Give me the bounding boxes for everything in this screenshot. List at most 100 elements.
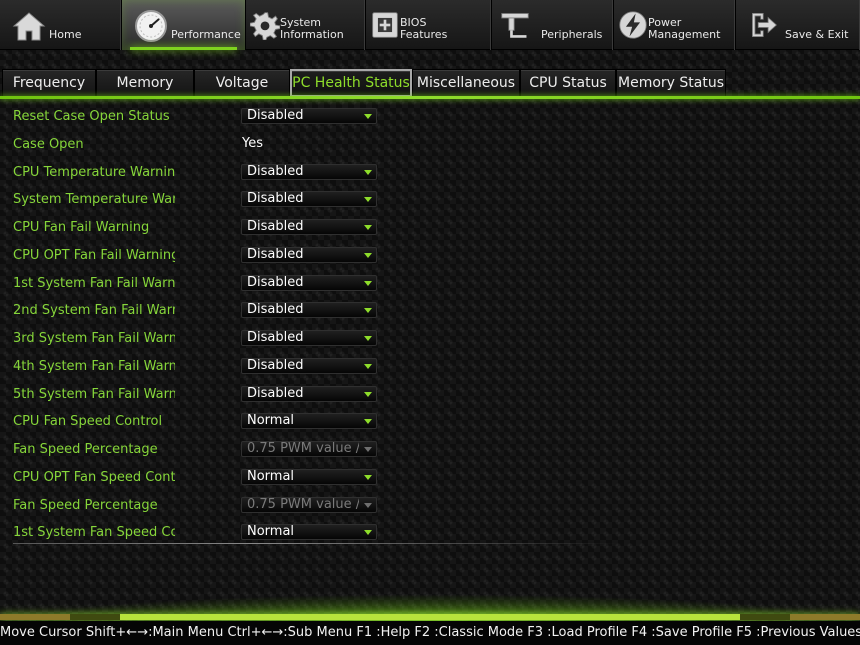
main-menu-power-management[interactable]: Power Management bbox=[614, 0, 736, 50]
dropdown-arrow-icon bbox=[364, 530, 372, 536]
dropdown-value: Disabled bbox=[247, 191, 304, 207]
setting-case-open: Case Open Yes bbox=[0, 132, 860, 160]
dropdown-value: 0.75 PWM value /°C bbox=[247, 441, 359, 456]
dropdown-value: Disabled bbox=[247, 385, 304, 401]
dropdown-arrow-icon bbox=[364, 336, 372, 341]
help-bar: Move Cursor Shift+←→:Main Menu Ctrl+←→:S… bbox=[0, 621, 860, 645]
dropdown-value: Disabled bbox=[247, 246, 304, 262]
tab-voltage[interactable]: Voltage bbox=[194, 69, 290, 97]
dropdown-value: Disabled bbox=[247, 163, 304, 179]
main-menu-label-line2: Features bbox=[400, 28, 448, 41]
setting-cpu-temperature-warning[interactable]: CPU Temperature Warning Disabled bbox=[0, 160, 860, 188]
setting-label: CPU Fan Fail Warning bbox=[13, 220, 150, 235]
main-menu-label: BIOS Features bbox=[400, 17, 447, 41]
setting-system-temperature-warning[interactable]: System Temperature Warning Disabled bbox=[0, 187, 860, 215]
setting-label: CPU OPT Fan Fail Warning bbox=[13, 247, 175, 263]
dropdown-value: Normal bbox=[247, 413, 295, 429]
setting-dropdown[interactable]: Disabled bbox=[241, 385, 377, 402]
bios-screen: Home Performance System Information BIOS… bbox=[0, 0, 860, 645]
setting-dropdown-disabled: 0.75 PWM value /°C bbox=[241, 441, 377, 457]
main-menu-label: System Information bbox=[280, 17, 344, 41]
setting-dropdown-disabled: 0.75 PWM value /°C bbox=[241, 496, 377, 513]
setting-readonly-value: Yes bbox=[242, 135, 263, 151]
setting-dropdown[interactable]: Disabled bbox=[241, 108, 377, 124]
setting-dropdown[interactable]: Disabled bbox=[241, 274, 377, 291]
tab-pc-health-status[interactable]: PC Health Status bbox=[290, 69, 412, 97]
setting-dropdown[interactable]: Normal bbox=[241, 524, 377, 541]
setting-5th-system-fan-fail-warning[interactable]: 5th System Fan Fail Warning Disabled bbox=[0, 382, 860, 410]
setting-label: Case Open bbox=[13, 136, 84, 152]
main-menu-label: Save & Exit bbox=[785, 28, 849, 41]
dropdown-arrow-icon bbox=[364, 280, 372, 286]
setting-dropdown[interactable]: Disabled bbox=[241, 330, 377, 346]
setting-reset-case-open-status[interactable]: Reset Case Open Status Disabled bbox=[0, 104, 860, 132]
dropdown-arrow-icon bbox=[364, 474, 372, 480]
speedometer-icon bbox=[135, 10, 167, 42]
setting-cpu-fan-speed-control[interactable]: CPU Fan Speed Control Normal bbox=[0, 409, 860, 437]
peripherals-icon bbox=[501, 13, 529, 38]
dropdown-value: Disabled bbox=[247, 219, 304, 234]
dropdown-arrow-icon bbox=[364, 308, 372, 314]
setting-1st-system-fan-fail-warning[interactable]: 1st System Fan Fail Warning Disabled bbox=[0, 271, 860, 299]
dropdown-arrow-icon bbox=[364, 169, 372, 175]
setting-dropdown[interactable]: Disabled bbox=[241, 163, 377, 180]
setting-dropdown[interactable]: Disabled bbox=[241, 357, 377, 374]
setting-dropdown[interactable]: Disabled bbox=[241, 246, 377, 263]
main-menu-bar: Home Performance System Information BIOS… bbox=[0, 0, 860, 50]
setting-dropdown[interactable]: Disabled bbox=[241, 219, 377, 235]
setting-dropdown[interactable]: Normal bbox=[241, 468, 377, 485]
main-menu-peripherals[interactable]: Peripherals bbox=[492, 0, 614, 50]
setting-label: Fan Speed Percentage bbox=[13, 442, 158, 457]
setting-2nd-system-fan-fail-warning[interactable]: 2nd System Fan Fail Warning Disabled bbox=[0, 298, 860, 326]
setting-label: 2nd System Fan Fail Warning bbox=[13, 303, 175, 319]
setting-3rd-system-fan-fail-warning[interactable]: 3rd System Fan Fail Warning Disabled bbox=[0, 326, 860, 354]
main-menu-home[interactable]: Home bbox=[0, 0, 122, 50]
setting-cpu-fan-fail-warning[interactable]: CPU Fan Fail Warning Disabled bbox=[0, 215, 860, 243]
tab-miscellaneous[interactable]: Miscellaneous bbox=[412, 69, 520, 97]
dropdown-value: Disabled bbox=[247, 357, 304, 373]
settings-list: Reset Case Open Status Disabled Case Ope… bbox=[0, 104, 860, 548]
setting-dropdown[interactable]: Disabled bbox=[241, 191, 377, 208]
dropdown-arrow-icon bbox=[364, 197, 372, 203]
setting-cpu-opt-fan-speed-control[interactable]: CPU OPT Fan Speed Control Normal bbox=[0, 465, 860, 493]
main-menu-label-line2: Management bbox=[648, 28, 721, 41]
setting-dropdown[interactable]: Disabled bbox=[241, 302, 377, 319]
home-icon bbox=[12, 12, 46, 41]
setting-label: Reset Case Open Status bbox=[13, 109, 170, 124]
dropdown-arrow-icon bbox=[364, 225, 372, 230]
setting-label: CPU Temperature Warning bbox=[13, 164, 175, 180]
setting-label: 1st System Fan Speed Control bbox=[13, 525, 175, 541]
setting-label: System Temperature Warning bbox=[13, 192, 175, 208]
power-bolt-icon bbox=[619, 11, 647, 39]
main-menu-bios-features[interactable]: BIOS Features bbox=[366, 0, 492, 50]
main-menu-system-information[interactable]: System Information bbox=[246, 0, 366, 50]
setting-fan-speed-percentage-opt: Fan Speed Percentage 0.75 PWM value /°C bbox=[0, 493, 860, 521]
dropdown-arrow-icon bbox=[364, 363, 372, 369]
tab-frequency[interactable]: Frequency bbox=[2, 69, 96, 97]
setting-4th-system-fan-fail-warning[interactable]: 4th System Fan Fail Warning Disabled bbox=[0, 354, 860, 382]
sub-menu-tabs: Frequency Memory Voltage PC Health Statu… bbox=[2, 69, 726, 97]
tab-cpu-status[interactable]: CPU Status bbox=[520, 69, 616, 97]
main-menu-label-line2: Information bbox=[280, 28, 344, 41]
setting-label: 4th System Fan Fail Warning bbox=[13, 358, 175, 374]
main-menu-performance[interactable]: Performance bbox=[122, 0, 246, 50]
dropdown-arrow-icon bbox=[364, 447, 372, 452]
dropdown-arrow-icon bbox=[364, 252, 372, 258]
dropdown-value: Disabled bbox=[247, 302, 304, 318]
exit-door-icon bbox=[752, 13, 777, 37]
dropdown-value: Disabled bbox=[247, 274, 304, 290]
setting-cpu-opt-fan-fail-warning[interactable]: CPU OPT Fan Fail Warning Disabled bbox=[0, 243, 860, 271]
setting-dropdown[interactable]: Normal bbox=[241, 413, 377, 430]
tab-memory-status[interactable]: Memory Status bbox=[616, 69, 726, 97]
dropdown-arrow-icon bbox=[364, 419, 372, 425]
dropdown-value: Normal bbox=[247, 468, 295, 484]
tab-memory[interactable]: Memory bbox=[96, 69, 194, 97]
dropdown-arrow-icon bbox=[364, 391, 372, 397]
gear-icon bbox=[250, 12, 280, 40]
main-menu-label: Power Management bbox=[648, 17, 720, 41]
dropdown-arrow-icon bbox=[364, 114, 372, 119]
main-menu-save-exit[interactable]: Save & Exit bbox=[736, 0, 860, 50]
setting-label: CPU Fan Speed Control bbox=[13, 414, 163, 430]
bottom-accent-bar bbox=[0, 614, 860, 620]
dropdown-value: 0.75 PWM value /°C bbox=[247, 496, 359, 512]
